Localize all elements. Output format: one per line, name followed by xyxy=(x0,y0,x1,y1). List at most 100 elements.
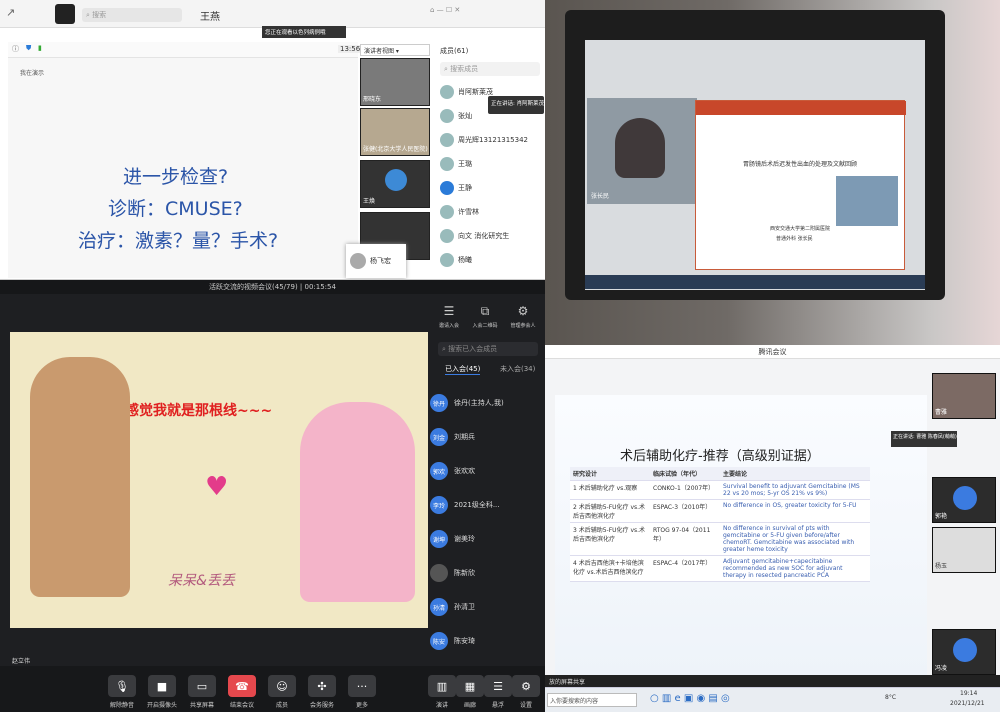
search-input[interactable]: ⌕ 搜索 xyxy=(82,8,182,22)
presenter-label: 我在演示 xyxy=(20,70,45,77)
share-screen-button[interactable]: ▭ 共享屏幕 xyxy=(180,675,224,709)
girl-figure xyxy=(300,402,415,602)
member-item[interactable]: 王璐 xyxy=(440,154,540,174)
qr-button[interactable]: ⧉ 入会二维码 xyxy=(470,304,500,329)
participant-item[interactable]: 郭欢 张欢欢 xyxy=(430,454,540,488)
services-icon: ✣ xyxy=(308,675,336,697)
video-tile[interactable]: 杨玉 xyxy=(932,527,996,573)
share-icon: ▭ xyxy=(188,675,216,697)
table-header: 临床试验（年代） xyxy=(650,467,720,481)
unmute-button[interactable]: 🎙︎ 解除静音 xyxy=(100,675,144,709)
participant-item[interactable]: 陈新欣 xyxy=(430,556,540,590)
window-title: 腾讯会议 xyxy=(545,345,1000,359)
participants-title: 成员(61) xyxy=(440,47,469,55)
avatar: 谢坤 xyxy=(430,530,448,548)
member-item[interactable]: 王静 xyxy=(440,178,540,198)
hover-tooltip: 杨飞宏 xyxy=(346,244,406,278)
gear-icon: ⚙ xyxy=(512,675,540,697)
avatar: 孙清 xyxy=(430,598,448,616)
shared-slide: 我在演示 进一步检查? 诊断：CMUSE? 治疗：激素？量？手术? xyxy=(8,58,358,278)
table-row: 3 术后辅助5-FU化疗 vs.术后吉西他滨化疗 RTOG 97-04（2011年… xyxy=(570,522,870,556)
manage-button[interactable]: ⚙ 管理参会人 xyxy=(506,304,540,329)
video-tile[interactable]: 郭艳 xyxy=(932,477,996,523)
participant-item[interactable]: 谢坤 谢美玲 xyxy=(430,522,540,556)
ppt-subtitle: 西安交通大学第二附属医院 xyxy=(770,226,831,232)
notice-banner: 您正在观看以色列病例哦 xyxy=(262,26,346,38)
caption-text: 感觉我就是那根线~~~ xyxy=(125,403,273,419)
window-controls[interactable]: ⌂ — ☐ ✕ xyxy=(430,6,460,14)
ppt-author: 普通外科 张长民 xyxy=(776,236,813,242)
tab-joined[interactable]: 已入会(45) xyxy=(445,364,481,375)
float-view-button[interactable]: ☰ 悬浮 xyxy=(484,675,512,709)
search-icon: ⌕ xyxy=(86,11,90,19)
window-title: 王燕 xyxy=(200,12,220,23)
members-button[interactable]: ☺ 成员 xyxy=(260,675,304,709)
tab-not-joined[interactable]: 未入会(34) xyxy=(500,364,535,374)
avatar: 徐丹 xyxy=(430,394,448,412)
title-bar: ↗ ⌕ 搜索 王燕 ⌂ — ☐ ✕ xyxy=(0,0,545,28)
avatar xyxy=(440,109,454,123)
member-search-input[interactable]: ⌕ 搜索成员 xyxy=(440,62,540,76)
ppt-hospital-image xyxy=(836,176,898,226)
member-search-input[interactable]: ⌕ 搜索已入会成员 xyxy=(438,342,538,356)
avatar xyxy=(440,85,454,99)
windows-taskbar: 入你要搜索的内容 ○ ▥ e ▣ ◉ ▤ ◎ 8°C 19:14 2021/12… xyxy=(545,687,1000,712)
meeting-title: 活跃交流的视频会议(45/79) | 00:15:54 xyxy=(0,280,545,294)
video-tile[interactable]: 张健(北京大学人民医院) xyxy=(360,108,430,156)
services-button[interactable]: ✣ 会务服务 xyxy=(300,675,344,709)
participant-item[interactable]: 刘金 刘期兵 xyxy=(430,420,540,454)
member-item[interactable]: 向文 消化研究生 xyxy=(440,226,540,246)
invite-button[interactable]: ☰ 邀请入会 xyxy=(434,304,464,329)
share-status-bar: 放的屏幕共享 xyxy=(545,675,1000,687)
view-dropdown[interactable]: 演讲者视图 ▾ xyxy=(360,44,430,56)
participant-item[interactable]: 徐丹 徐丹(主持人,我) xyxy=(430,386,540,420)
back-icon[interactable]: ↗ xyxy=(6,6,18,19)
bottom-name: 赵立伟 xyxy=(12,658,31,665)
avatar xyxy=(953,638,977,662)
manage-icon: ⚙ xyxy=(517,304,529,318)
table-header: 研究设计 xyxy=(570,467,650,481)
clock-date: 2021/12/21 xyxy=(950,700,985,707)
evidence-table: 研究设计 临床试验（年代） 主要结论 1 术后辅助化疗 vs.观察 CONKO-1… xyxy=(570,467,870,582)
camera-button[interactable]: ■ 开启摄像头 xyxy=(140,675,184,709)
slide-line-1: 进一步检查? xyxy=(123,166,229,188)
hangup-icon: ☎ xyxy=(228,675,256,697)
search-icon: ⌕ xyxy=(442,345,446,353)
participant-item[interactable]: 陈安 陈安琦 xyxy=(430,624,540,658)
qr-icon: ⧉ xyxy=(480,304,490,318)
more-icon: ··· xyxy=(348,675,376,697)
speaker-view-button[interactable]: ▥ 演讲 xyxy=(428,675,456,709)
speaking-tag: 正在讲话: 曹雅 陈春凤(萌萌) xyxy=(891,431,957,447)
speaking-tag: 正在讲话: 肖阿斯莱茂 xyxy=(488,96,544,114)
clock-time: 19:14 xyxy=(960,690,978,697)
participant-item[interactable]: 孙清 孙清卫 xyxy=(430,590,540,624)
video-tile[interactable]: 冯凌 xyxy=(932,629,996,675)
slide-title: 术后辅助化疗-推荐（高级别证据） xyxy=(620,449,820,464)
avatar xyxy=(953,486,977,510)
camera-icon: ■ xyxy=(148,675,176,697)
shared-image: 感觉我就是那根线~~~ ♥ 呆呆&丢丢 xyxy=(10,332,428,628)
table-row: 4 术后吉西他滨+卡培他滨化疗 vs.术后吉西他滨化疗 ESPAC-4（2017年… xyxy=(570,555,870,582)
table-header: 主要结论 xyxy=(720,467,870,481)
tencent-meeting-window: 活跃交流的视频会议(45/79) | 00:15:54 感觉我就是那根线~~~ … xyxy=(0,280,545,712)
member-item[interactable]: 周光辉13121315342 xyxy=(440,130,540,150)
microphone-icon: 🎙︎ xyxy=(108,675,136,697)
participant-item[interactable]: 李玲 2021级全科... xyxy=(430,488,540,522)
camera-feed: 张长民 xyxy=(587,98,697,204)
end-meeting-button[interactable]: ☎ 结束会议 xyxy=(220,675,264,709)
gallery-view-button[interactable]: ▦ 画廊 xyxy=(456,675,484,709)
member-item[interactable]: 杨曦 xyxy=(440,250,540,270)
person-icon: ☺ xyxy=(268,675,296,697)
ppt-ribbon xyxy=(696,101,906,115)
info-icon[interactable]: ⓘ xyxy=(12,44,19,54)
video-tile[interactable]: 王焕 xyxy=(360,160,430,208)
taskbar-search[interactable]: 入你要搜索的内容 xyxy=(547,693,637,707)
taskbar-icons[interactable]: ○ ▥ e ▣ ◉ ▤ ◎ xyxy=(650,693,730,704)
video-tile[interactable]: 曹雅 xyxy=(932,373,996,419)
speaker-label: 张长民 xyxy=(591,193,610,200)
more-button[interactable]: ··· 更多 xyxy=(340,675,384,709)
member-item[interactable]: 许雪林 xyxy=(440,202,540,222)
avatar xyxy=(440,181,454,195)
video-tile[interactable]: 邢晓东 xyxy=(360,58,430,106)
settings-button[interactable]: ⚙ 设置 xyxy=(512,675,540,709)
